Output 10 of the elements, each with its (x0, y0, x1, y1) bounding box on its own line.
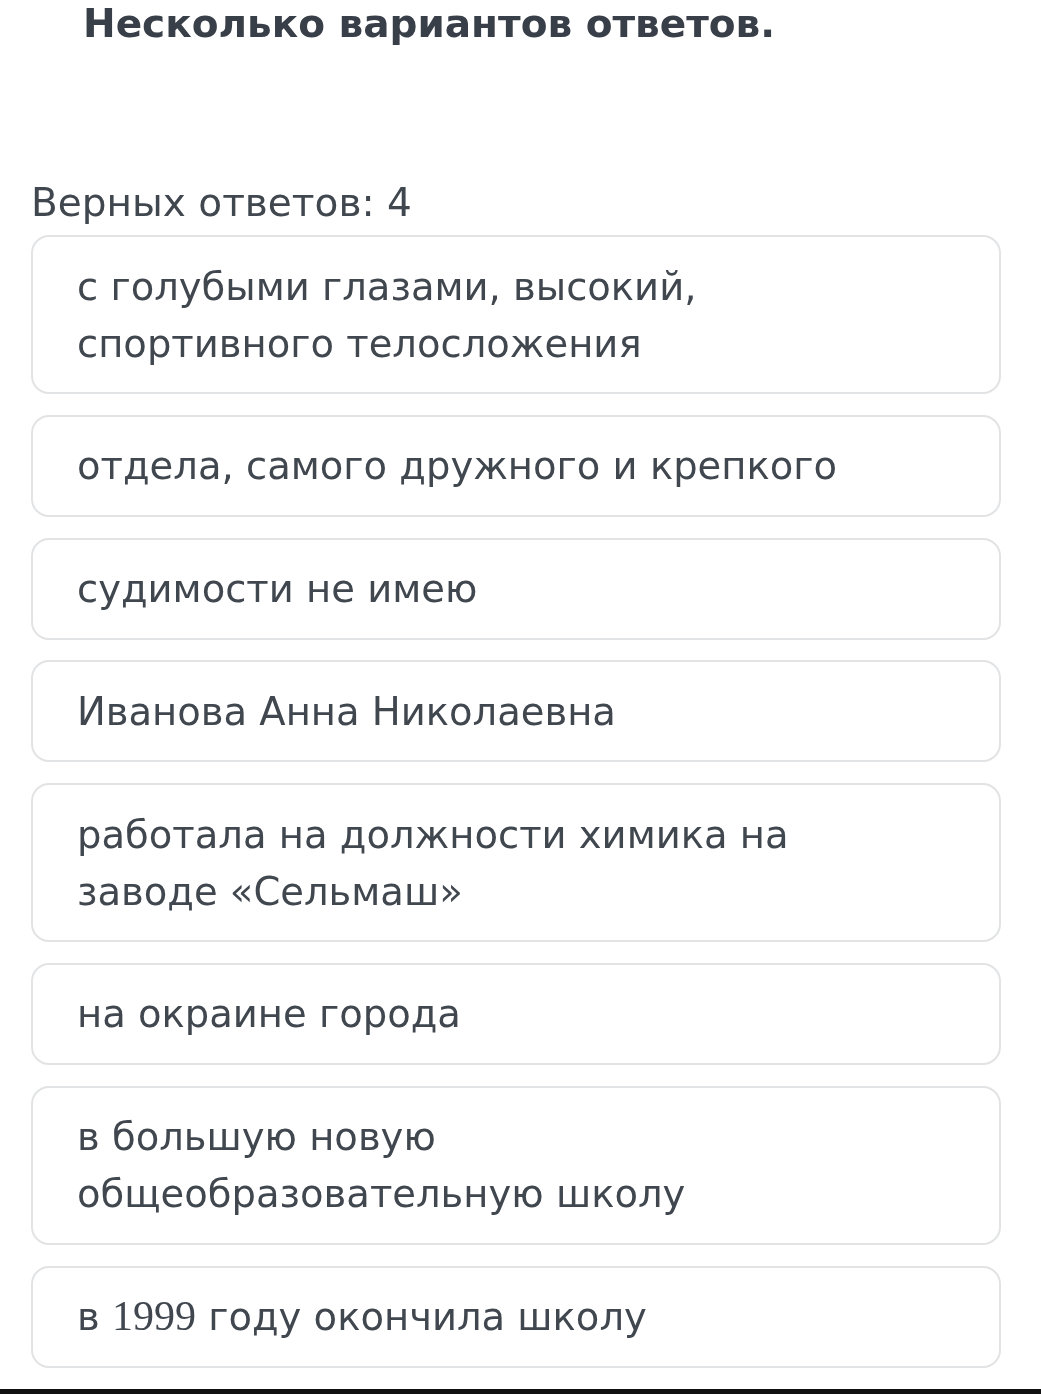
answer-count-label: Верных ответов: 4 (31, 179, 413, 227)
answer-option[interactable]: с голубыми глазами, высокий, спортивного телосложения (31, 235, 1001, 394)
answer-option[interactable]: в 1999 году окончила школу (31, 1265, 1001, 1368)
answer-option[interactable]: отдела, самого дружного и крепкого (31, 414, 1001, 517)
answer-option[interactable]: Иванова Анна Николаевна (31, 660, 1001, 763)
answer-option[interactable]: судимости не имею (31, 537, 1001, 640)
answer-option[interactable]: на окраине города (31, 963, 1001, 1065)
answer-option[interactable]: в большую новую общеобразовательную школу (31, 1085, 1001, 1245)
question-title: Несколько вариантов ответов. (83, 0, 777, 48)
answer-option[interactable]: работала на должности химика на заводе «Сельмаш» (31, 783, 1001, 943)
